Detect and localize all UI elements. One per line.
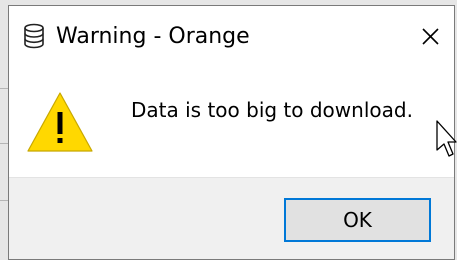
warning-dialog: Warning - Orange Data is too big to down… [8,5,455,260]
database-icon [23,23,45,49]
ok-button[interactable]: OK [284,198,431,242]
window-title: Warning - Orange [56,24,250,49]
title-bar[interactable]: Warning - Orange [9,6,454,64]
close-button[interactable] [408,6,454,64]
warning-message: Data is too big to download. [131,98,413,122]
warning-icon [26,90,94,158]
button-bar: OK [9,177,454,259]
dialog-content: Data is too big to download. [9,64,454,177]
mouse-cursor-icon [436,120,457,164]
